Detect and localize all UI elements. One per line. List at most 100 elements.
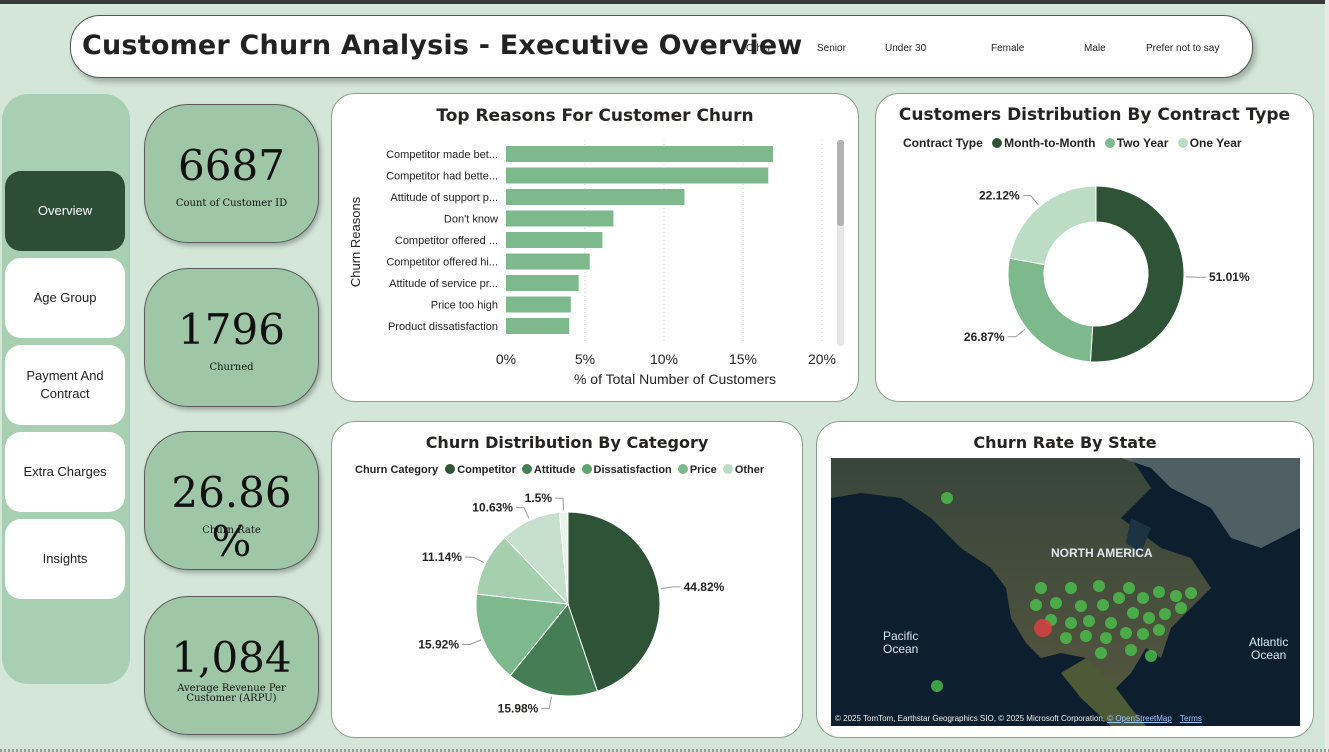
map-marker[interactable]	[941, 492, 953, 504]
map-marker[interactable]	[1097, 599, 1109, 611]
churn-category-card: Churn Distribution By Category Churn Cat…	[331, 421, 803, 738]
map-marker[interactable]	[1175, 602, 1187, 614]
header-bar: Customer Churn Analysis - Executive Over…	[70, 15, 1253, 78]
map-marker[interactable]	[1035, 582, 1047, 594]
map-marker[interactable]	[1050, 597, 1062, 609]
window-right-border	[1325, 0, 1329, 752]
window-top-border	[0, 0, 1329, 4]
map-marker[interactable]	[1170, 590, 1182, 602]
leader-line	[1022, 195, 1039, 206]
bar[interactable]	[506, 146, 774, 162]
data-label: 15.92%	[418, 637, 459, 651]
bar[interactable]	[506, 189, 685, 205]
data-label: 51.01%	[1209, 270, 1250, 284]
nav-item-extra-charges[interactable]: Extra Charges	[5, 432, 125, 512]
bar[interactable]	[506, 318, 570, 334]
map-marker[interactable]	[1113, 592, 1125, 604]
map-marker[interactable]	[1065, 617, 1077, 629]
x-tick-label: 20%	[808, 351, 836, 367]
kpi-value: 26.86 %	[171, 468, 292, 566]
pie-slice[interactable]	[1008, 185, 1097, 266]
map-marker[interactable]	[931, 680, 943, 692]
bar[interactable]	[506, 296, 571, 313]
data-label: 22.12%	[979, 189, 1020, 203]
map-marker[interactable]	[1159, 608, 1171, 620]
map-marker[interactable]	[1105, 617, 1117, 629]
kpi-value: 6687	[178, 141, 285, 190]
page-title: Customer Churn Analysis - Executive Over…	[82, 30, 803, 61]
pie-slice[interactable]	[1089, 185, 1185, 363]
leader-line	[555, 497, 565, 511]
filter-under-30[interactable]: Under 30	[885, 43, 926, 54]
kpi-churn-rate: 26.86 % Churn Rate	[144, 431, 319, 570]
map-marker[interactable]	[1143, 612, 1155, 624]
bar[interactable]	[506, 210, 614, 227]
bar[interactable]	[506, 167, 769, 184]
kpi-arpu: 1,084 Average Revenue Per Customer (ARPU…	[144, 596, 319, 735]
kpi-label: Count of Customer ID	[175, 198, 288, 209]
filter-other[interactable]: Other	[746, 43, 771, 54]
leader-line	[515, 507, 530, 519]
scrollbar-thumb[interactable]	[837, 140, 844, 226]
map-marker[interactable]	[1095, 647, 1107, 659]
map-marker[interactable]	[1100, 632, 1112, 644]
filter-female[interactable]: Female	[991, 43, 1024, 54]
filter-male[interactable]: Male	[1084, 43, 1106, 54]
data-label: 10.63%	[472, 501, 513, 515]
map-marker[interactable]	[1145, 650, 1157, 662]
map-marker[interactable]	[1123, 582, 1135, 594]
x-axis-title: % of Total Number of Customers	[574, 371, 776, 387]
map-marker[interactable]	[1125, 644, 1137, 656]
y-tick-label: Competitor offered hi...	[386, 257, 498, 269]
map-marker[interactable]	[1153, 586, 1165, 598]
churn-reasons-chart: Churn Reasons % of Total Number of Custo…	[348, 140, 844, 387]
y-axis-title: Churn Reasons	[348, 196, 363, 287]
data-label: 44.82%	[684, 580, 725, 594]
map-marker[interactable]	[1137, 628, 1149, 640]
map-marker[interactable]	[1080, 630, 1092, 642]
bar[interactable]	[506, 253, 590, 270]
contract-donut-chart: 51.01% 26.87% 22.12%	[964, 185, 1250, 363]
leader-line	[464, 556, 484, 563]
map-marker[interactable]	[1120, 627, 1132, 639]
map-marker[interactable]	[1093, 580, 1105, 592]
map-marker[interactable]	[1153, 624, 1165, 636]
y-tick-label: Competitor offered ...	[395, 235, 498, 247]
kpi-label: Average Revenue Per Customer (ARPU)	[177, 683, 286, 704]
nav-item-insights[interactable]: Insights	[5, 519, 125, 599]
kpi-customer-count: 6687 Count of Customer ID	[144, 104, 319, 243]
kpi-value: 1796	[178, 305, 285, 354]
x-tick-label: 10%	[650, 351, 678, 367]
bar[interactable]	[506, 275, 579, 291]
map-marker[interactable]	[1185, 587, 1197, 599]
terms-link[interactable]: Terms	[1180, 714, 1202, 723]
filter-senior[interactable]: Senior	[817, 43, 846, 54]
filter-prefer-not-to-say[interactable]: Prefer not to say	[1146, 43, 1219, 54]
map-marker[interactable]	[1030, 599, 1042, 611]
osm-link[interactable]: © OpenStreetMap	[1107, 714, 1172, 723]
x-tick-label: 5%	[575, 351, 595, 367]
nav-item-age-group[interactable]: Age Group	[5, 258, 125, 338]
pie-slice[interactable]	[1007, 257, 1094, 363]
y-tick-label: Don't know	[444, 214, 498, 226]
data-label: 11.14%	[422, 550, 462, 564]
leader-line	[462, 639, 482, 645]
map-marker[interactable]	[1075, 600, 1087, 612]
map-marker[interactable]	[1060, 632, 1072, 644]
attribution-text: © 2025 TomTom, Earthstar Geographics SIO…	[835, 714, 1108, 723]
map-marker[interactable]	[1083, 615, 1095, 627]
map-marker[interactable]	[1065, 582, 1077, 594]
leader-line	[660, 586, 681, 590]
nav-item-payment-and-contract[interactable]: Payment And Contract	[5, 345, 125, 425]
data-label: 15.98%	[498, 701, 539, 715]
bar[interactable]	[506, 232, 603, 248]
churn-rate-map[interactable]: NORTH AMERICA Pacific Ocean Atlantic Oce…	[831, 458, 1300, 726]
contract-type-card: Customers Distribution By Contract Type …	[875, 93, 1314, 402]
map-marker[interactable]	[1127, 607, 1139, 619]
leader-line	[541, 696, 552, 709]
data-label: 1.5%	[525, 491, 553, 505]
map-marker[interactable]	[1137, 592, 1149, 604]
nav-item-overview[interactable]: Overview	[5, 171, 125, 251]
x-tick-label: 15%	[729, 351, 757, 367]
map-marker-high[interactable]	[1034, 619, 1052, 637]
